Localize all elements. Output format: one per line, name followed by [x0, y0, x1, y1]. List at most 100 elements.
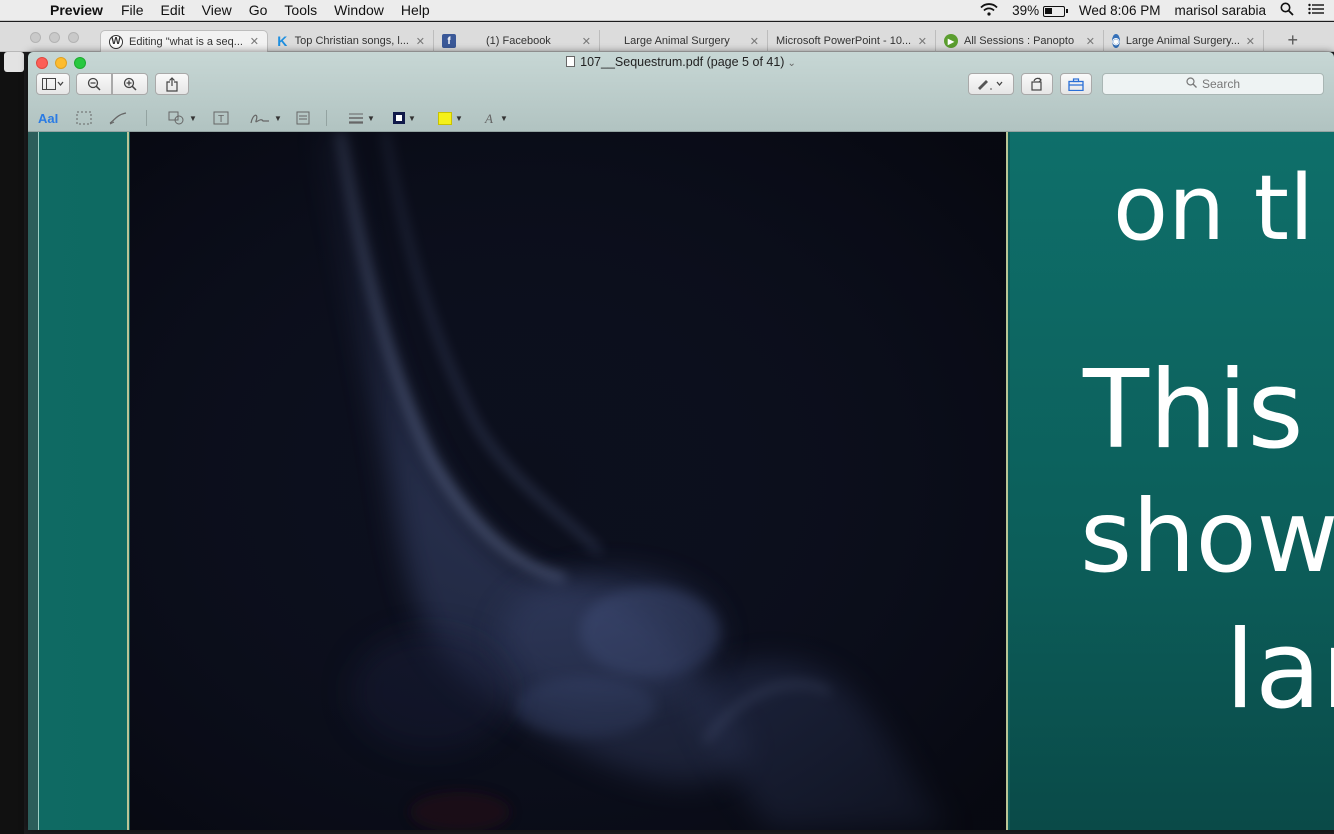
shapes-tool[interactable]: ▼ — [168, 108, 197, 128]
chevron-down-icon: ▼ — [189, 113, 197, 123]
wordpress-icon: W — [109, 34, 123, 49]
xray-bone-image — [130, 132, 1006, 830]
browser-tab-editing[interactable]: W Editing "what is a seq... ✕ — [100, 30, 268, 52]
menu-window[interactable]: Window — [334, 2, 384, 18]
xray-image — [130, 132, 1008, 830]
rotate-icon — [1031, 77, 1042, 91]
menu-clock[interactable]: Wed 8:06 PM — [1079, 3, 1161, 18]
slide-text-line-1: on tl — [1113, 156, 1315, 261]
tab-close-icon[interactable]: ✕ — [1086, 35, 1095, 48]
zoom-in-icon — [123, 77, 137, 91]
tab-label: Large Animal Surgery... — [1125, 35, 1240, 47]
browser-tab-powerpoint[interactable]: Microsoft PowerPoint - 10... ✕ — [768, 30, 936, 52]
browser-tab-facebook[interactable]: f (1) Facebook ✕ — [434, 30, 600, 52]
sidebar-icon — [42, 78, 64, 90]
signature-tool[interactable]: ▼ — [249, 108, 282, 128]
tab-close-icon[interactable]: ✕ — [750, 35, 759, 48]
tab-label: (1) Facebook — [486, 35, 551, 47]
battery-percent: 39% — [1012, 3, 1040, 18]
slide-text-line-4: lar — [1225, 608, 1334, 733]
document-title-bar[interactable]: 107__Sequestrum.pdf (page 5 of 41) ⌄ — [28, 55, 1334, 69]
menu-bar: Preview File Edit View Go Tools Window H… — [0, 0, 1334, 21]
sketch-icon — [109, 112, 127, 125]
tab-label: Large Animal Surgery — [624, 35, 730, 47]
shapes-icon — [168, 111, 184, 125]
sidebar-toggle-button[interactable] — [36, 73, 70, 95]
menu-user[interactable]: marisol sarabia — [1174, 3, 1266, 18]
pdf-page[interactable]: on tl This show lar — [38, 132, 1334, 830]
toolbox-button[interactable] — [1060, 73, 1092, 95]
notification-center-icon[interactable] — [1308, 3, 1324, 18]
slide-left-panel — [39, 132, 129, 830]
zoom-out-button[interactable] — [76, 73, 112, 95]
fill-color-swatch-icon — [438, 111, 452, 125]
chevron-down-icon: ⌄ — [787, 58, 796, 69]
tab-label: Microsoft PowerPoint - 10... — [776, 35, 912, 47]
wifi-icon[interactable] — [980, 2, 998, 19]
search-field[interactable]: Search — [1102, 73, 1324, 95]
line-style-icon — [349, 113, 363, 124]
background-window-chip — [4, 52, 24, 72]
facebook-icon: f — [442, 34, 456, 48]
pen-icon — [978, 80, 1003, 90]
k-icon: K — [277, 33, 288, 49]
border-color-tool[interactable]: ▼ — [393, 108, 416, 128]
text-box-tool[interactable]: T — [213, 108, 229, 128]
chevron-down-icon: ▼ — [274, 113, 282, 123]
browser-tab-large-animal-surgery[interactable]: Large Animal Surgery ✕ — [600, 30, 768, 52]
sketch-tool[interactable] — [108, 108, 128, 128]
menu-help[interactable]: Help — [401, 2, 430, 18]
tab-close-icon[interactable]: ✕ — [250, 35, 259, 48]
border-color-swatch-icon — [393, 112, 405, 124]
browser-tab-large-animal-surgery-2[interactable]: ◉ Large Animal Surgery... ✕ — [1104, 30, 1264, 52]
pdf-document-icon — [566, 56, 576, 67]
toolbox-icon — [1068, 77, 1084, 91]
text-style-icon: A — [484, 111, 493, 125]
spotlight-search-icon[interactable] — [1280, 2, 1294, 19]
rectangular-selection-tool[interactable] — [76, 108, 92, 128]
markup-toolbar-button[interactable] — [968, 73, 1014, 95]
share-button[interactable] — [155, 73, 189, 95]
battery-status[interactable]: 39% — [1012, 3, 1068, 18]
new-tab-button[interactable]: + — [1287, 30, 1298, 51]
tab-close-icon[interactable]: ✕ — [1246, 35, 1255, 48]
tab-label: Editing "what is a seq... — [129, 35, 243, 48]
browser-tab-christian-songs[interactable]: K Top Christian songs, l... ✕ — [268, 30, 434, 52]
globe-icon: ◉ — [1112, 34, 1120, 48]
rotate-button[interactable] — [1021, 73, 1053, 95]
tab-close-icon[interactable]: ✕ — [582, 35, 591, 48]
search-icon — [1186, 77, 1197, 91]
menu-go[interactable]: Go — [249, 2, 268, 18]
panopto-icon: ▶ — [944, 34, 958, 48]
preview-window: 107__Sequestrum.pdf (page 5 of 41) ⌄ Sear — [28, 52, 1334, 830]
tab-close-icon[interactable]: ✕ — [918, 35, 927, 48]
note-icon — [296, 111, 310, 125]
zoom-in-button[interactable] — [112, 73, 148, 95]
menu-view[interactable]: View — [202, 2, 232, 18]
menu-tools[interactable]: Tools — [284, 2, 317, 18]
battery-icon — [1042, 5, 1068, 17]
text-style-tool[interactable]: A ▼ — [483, 108, 508, 128]
background-desktop-strip — [0, 52, 24, 834]
text-selection-tool[interactable]: AaI — [38, 108, 58, 128]
chevron-down-icon: ▼ — [367, 113, 375, 123]
markup-toolbar: AaI ▼ T ▼ ▼ ▼ ▼ A ▼ — [28, 104, 1334, 132]
svg-text:T: T — [218, 114, 224, 125]
slide-text-line-3: show — [1080, 478, 1334, 595]
menu-app-name[interactable]: Preview — [50, 2, 103, 18]
zoom-out-icon — [87, 77, 101, 91]
note-tool[interactable] — [296, 108, 310, 128]
chevron-down-icon: ▼ — [500, 113, 508, 123]
line-style-tool[interactable]: ▼ — [348, 108, 375, 128]
slide-text-panel: on tl This show lar — [1010, 132, 1334, 830]
browser-tab-panopto[interactable]: ▶ All Sessions : Panopto ✕ — [936, 30, 1104, 52]
text-box-icon: T — [213, 111, 229, 125]
svg-text:A: A — [484, 111, 493, 125]
tab-label: Top Christian songs, l... — [294, 35, 409, 47]
menu-edit[interactable]: Edit — [161, 2, 185, 18]
rect-select-icon — [76, 111, 92, 125]
preview-toolbar: 107__Sequestrum.pdf (page 5 of 41) ⌄ Sear — [28, 52, 1334, 132]
menu-file[interactable]: File — [121, 2, 144, 18]
fill-color-tool[interactable]: ▼ — [438, 108, 463, 128]
tab-close-icon[interactable]: ✕ — [416, 35, 425, 48]
